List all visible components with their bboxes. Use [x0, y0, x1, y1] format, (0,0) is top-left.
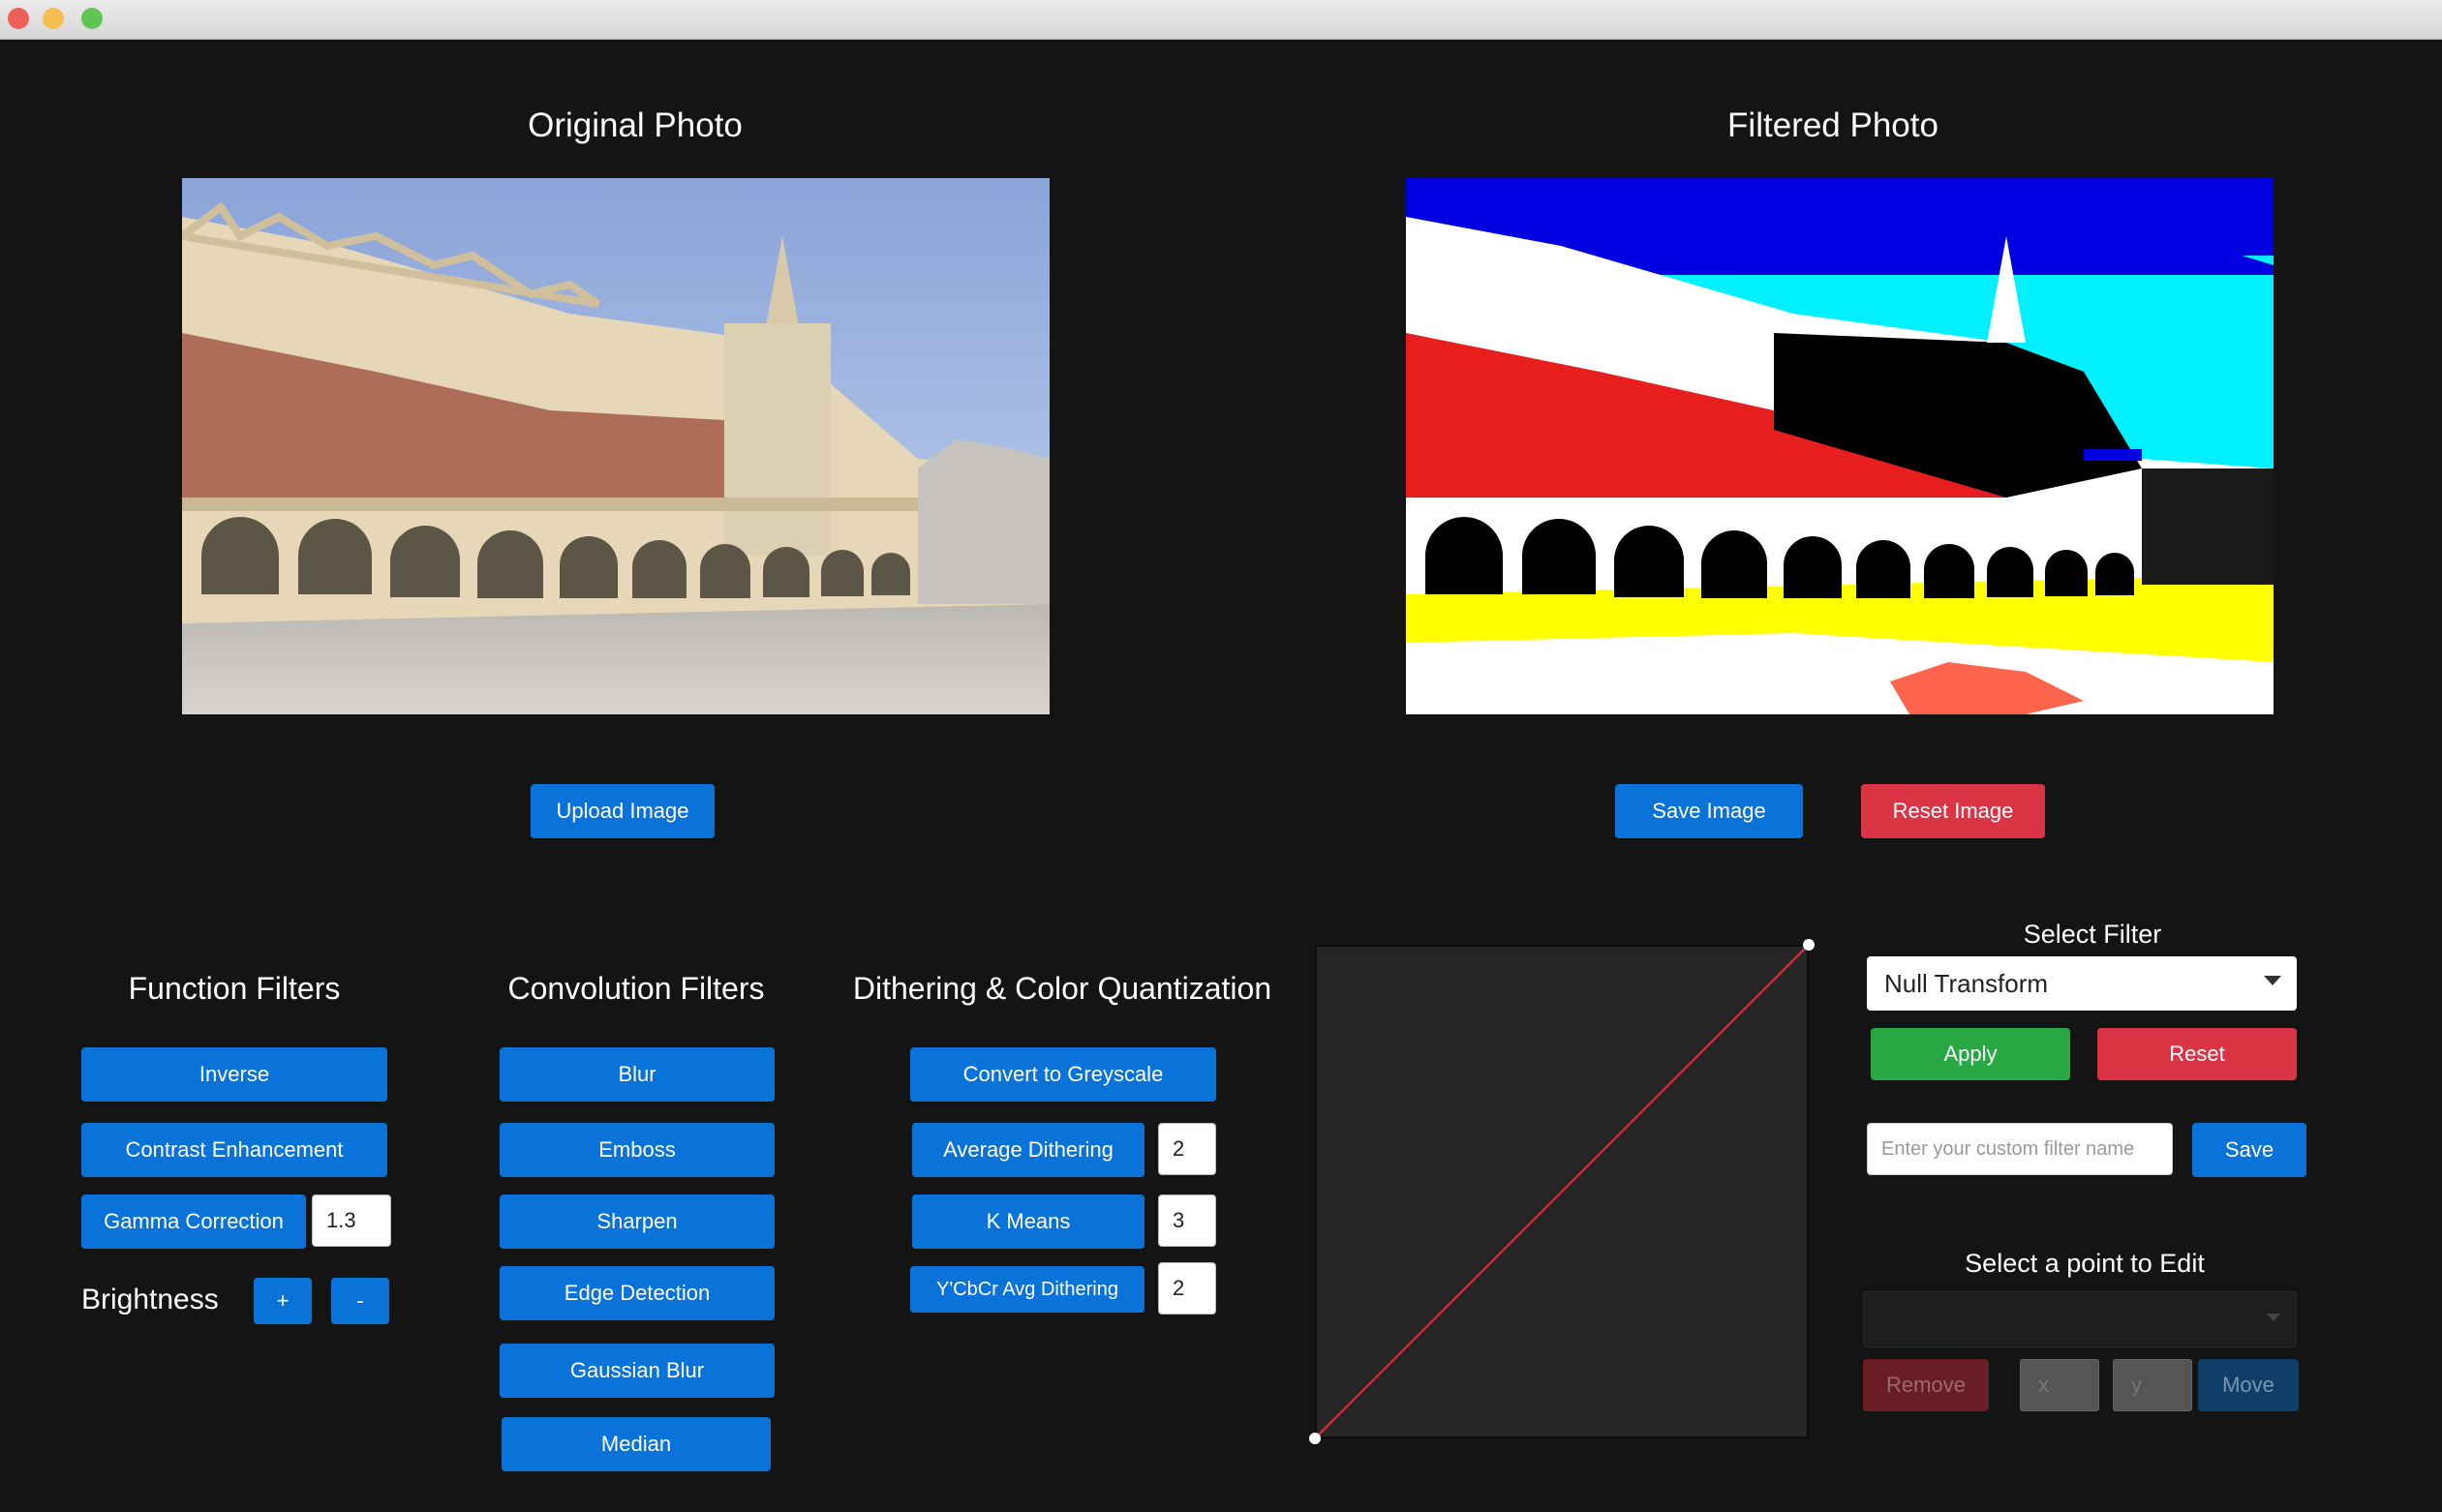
k-means-button[interactable]: K Means [912, 1194, 1145, 1249]
brightness-label: Brightness [81, 1284, 219, 1315]
minimize-window-button[interactable] [43, 8, 64, 29]
window-titlebar [0, 0, 2442, 40]
original-photo-title: Original Photo [528, 106, 743, 144]
chevron-down-icon [2264, 976, 2281, 985]
move-point-button[interactable]: Move [2198, 1359, 2299, 1411]
brightness-decrease-button[interactable]: - [331, 1278, 389, 1324]
point-x-input[interactable]: x [2020, 1359, 2099, 1411]
inverse-button[interactable]: Inverse [81, 1047, 387, 1102]
point-y-input[interactable]: y [2113, 1359, 2192, 1411]
function-filters-title: Function Filters [128, 971, 341, 1006]
chevron-down-icon [2267, 1314, 2280, 1321]
k-means-value[interactable]: 3 [1158, 1194, 1216, 1247]
edge-detection-button[interactable]: Edge Detection [500, 1266, 775, 1320]
reset-image-button[interactable]: Reset Image [1861, 784, 2045, 838]
filtered-photo-title: Filtered Photo [1727, 106, 1938, 144]
ycbcr-dithering-value[interactable]: 2 [1158, 1262, 1216, 1315]
remove-point-button[interactable]: Remove [1863, 1359, 1989, 1411]
convert-greyscale-button[interactable]: Convert to Greyscale [910, 1047, 1216, 1102]
emboss-button[interactable]: Emboss [500, 1123, 775, 1177]
original-photo [182, 178, 1050, 714]
select-point-title: Select a point to Edit [1965, 1249, 2205, 1278]
gaussian-blur-button[interactable]: Gaussian Blur [500, 1344, 775, 1398]
curve-point-start[interactable] [1309, 1433, 1321, 1444]
curve-line [1314, 944, 1810, 1439]
average-dithering-button[interactable]: Average Dithering [912, 1123, 1145, 1177]
gamma-value-input[interactable]: 1.3 [312, 1194, 391, 1247]
blur-button[interactable]: Blur [500, 1047, 775, 1102]
select-filter-title: Select Filter [2023, 920, 2162, 949]
close-window-button[interactable] [8, 8, 29, 29]
save-image-button[interactable]: Save Image [1615, 784, 1803, 838]
filter-select[interactable]: Null Transform [1867, 956, 2297, 1011]
filter-select-value: Null Transform [1884, 968, 2049, 998]
save-filter-button[interactable]: Save [2192, 1123, 2306, 1177]
zoom-window-button[interactable] [81, 8, 103, 29]
dithering-title: Dithering & Color Quantization [852, 971, 1272, 1006]
contrast-enhancement-button[interactable]: Contrast Enhancement [81, 1123, 387, 1177]
ycbcr-dithering-button[interactable]: Y'CbCr Avg Dithering [910, 1266, 1145, 1313]
sharpen-button[interactable]: Sharpen [500, 1194, 775, 1249]
filtered-photo [1406, 178, 2274, 714]
curve-editor-canvas[interactable] [1309, 939, 1815, 1444]
curve-point-end[interactable] [1803, 939, 1815, 951]
median-button[interactable]: Median [502, 1417, 771, 1471]
average-dithering-value[interactable]: 2 [1158, 1123, 1216, 1175]
apply-filter-button[interactable]: Apply [1871, 1028, 2070, 1080]
gamma-correction-button[interactable]: Gamma Correction [81, 1194, 306, 1249]
upload-image-button[interactable]: Upload Image [531, 784, 715, 838]
point-select[interactable] [1863, 1291, 2297, 1347]
convolution-filters-title: Convolution Filters [507, 971, 765, 1006]
brightness-increase-button[interactable]: + [254, 1278, 312, 1324]
reset-filter-button[interactable]: Reset [2097, 1028, 2297, 1080]
custom-filter-name-input[interactable]: Enter your custom filter name [1867, 1123, 2173, 1175]
